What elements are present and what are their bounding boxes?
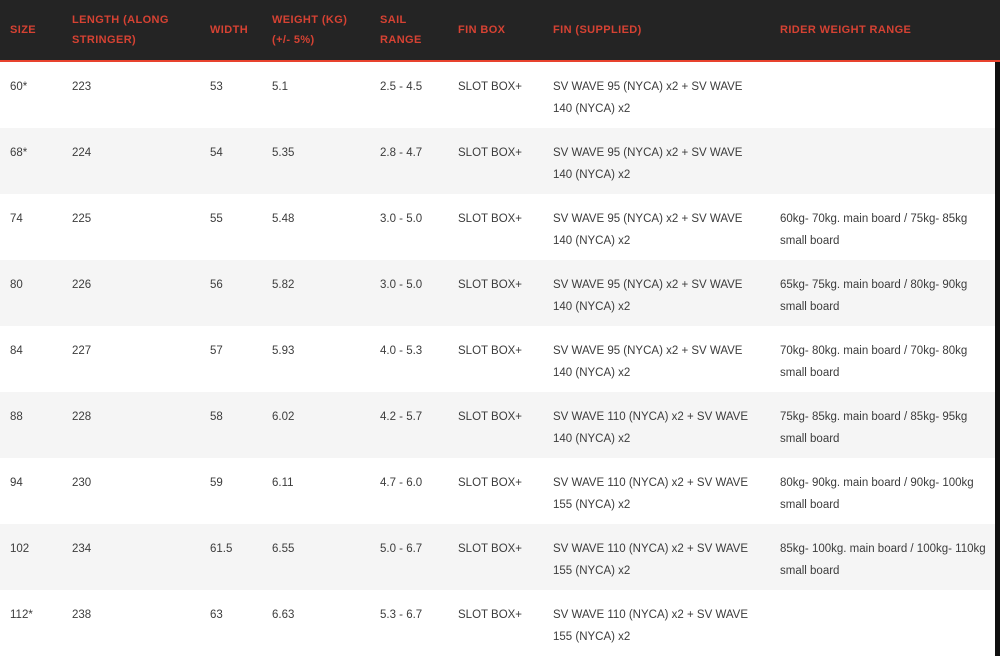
cell-fin_supplied: SV WAVE 110 (NYCA) x2 + SV WAVE 155 (NYC… xyxy=(543,590,770,656)
cell-fin_box: SLOT BOX+ xyxy=(448,260,543,326)
cell-rider_weight_range: 80kg- 90kg. main board / 90kg- 100kg sma… xyxy=(770,458,995,524)
cell-width: 63 xyxy=(200,590,262,656)
cell-fin_supplied: SV WAVE 110 (NYCA) x2 + SV WAVE 155 (NYC… xyxy=(543,458,770,524)
cell-size: 68* xyxy=(0,128,62,194)
cell-fin_supplied: SV WAVE 110 (NYCA) x2 + SV WAVE 140 (NYC… xyxy=(543,392,770,458)
cell-width: 56 xyxy=(200,260,262,326)
column-header-weight: WEIGHT (KG) (+/- 5%) xyxy=(262,10,370,50)
cell-weight: 5.35 xyxy=(262,128,370,194)
cell-length: 230 xyxy=(62,458,200,524)
cell-sail_range: 3.0 - 5.0 xyxy=(370,260,448,326)
cell-size: 88 xyxy=(0,392,62,458)
cell-weight: 5.48 xyxy=(262,194,370,260)
board-spec-page: SIZELENGTH (ALONG STRINGER)WIDTHWEIGHT (… xyxy=(0,0,1000,656)
table-row: 112*238636.635.3 - 6.7SLOT BOX+SV WAVE 1… xyxy=(0,590,995,656)
table-row: 84227575.934.0 - 5.3SLOT BOX+SV WAVE 95 … xyxy=(0,326,995,392)
cell-sail_range: 2.8 - 4.7 xyxy=(370,128,448,194)
cell-sail_range: 4.2 - 5.7 xyxy=(370,392,448,458)
cell-width: 61.5 xyxy=(200,524,262,590)
cell-length: 224 xyxy=(62,128,200,194)
cell-weight: 6.11 xyxy=(262,458,370,524)
cell-fin_supplied: SV WAVE 95 (NYCA) x2 + SV WAVE 140 (NYCA… xyxy=(543,326,770,392)
cell-length: 225 xyxy=(62,194,200,260)
cell-rider_weight_range xyxy=(770,62,995,128)
cell-fin_box: SLOT BOX+ xyxy=(448,524,543,590)
cell-weight: 5.82 xyxy=(262,260,370,326)
cell-fin_supplied: SV WAVE 110 (NYCA) x2 + SV WAVE 155 (NYC… xyxy=(543,524,770,590)
cell-rider_weight_range: 70kg- 80kg. main board / 70kg- 80kg smal… xyxy=(770,326,995,392)
table-row: 80226565.823.0 - 5.0SLOT BOX+SV WAVE 95 … xyxy=(0,260,995,326)
column-header-length: LENGTH (ALONG STRINGER) xyxy=(62,10,200,50)
cell-fin_supplied: SV WAVE 95 (NYCA) x2 + SV WAVE 140 (NYCA… xyxy=(543,128,770,194)
cell-fin_supplied: SV WAVE 95 (NYCA) x2 + SV WAVE 140 (NYCA… xyxy=(543,62,770,128)
cell-length: 238 xyxy=(62,590,200,656)
cell-width: 54 xyxy=(200,128,262,194)
column-header-width: WIDTH xyxy=(200,20,262,40)
cell-rider_weight_range: 75kg- 85kg. main board / 85kg- 95kg smal… xyxy=(770,392,995,458)
cell-width: 59 xyxy=(200,458,262,524)
cell-width: 57 xyxy=(200,326,262,392)
table-row: 68*224545.352.8 - 4.7SLOT BOX+SV WAVE 95… xyxy=(0,128,995,194)
cell-fin_supplied: SV WAVE 95 (NYCA) x2 + SV WAVE 140 (NYCA… xyxy=(543,260,770,326)
cell-fin_box: SLOT BOX+ xyxy=(448,194,543,260)
cell-width: 55 xyxy=(200,194,262,260)
cell-size: 112* xyxy=(0,590,62,656)
cell-size: 74 xyxy=(0,194,62,260)
cell-sail_range: 5.0 - 6.7 xyxy=(370,524,448,590)
cell-length: 226 xyxy=(62,260,200,326)
cell-size: 84 xyxy=(0,326,62,392)
cell-size: 80 xyxy=(0,260,62,326)
cell-sail_range: 4.0 - 5.3 xyxy=(370,326,448,392)
cell-fin_box: SLOT BOX+ xyxy=(448,326,543,392)
cell-size: 60* xyxy=(0,62,62,128)
cell-rider_weight_range xyxy=(770,128,995,194)
column-header-sail_range: SAIL RANGE xyxy=(370,10,448,50)
cell-width: 58 xyxy=(200,392,262,458)
table-row: 60*223535.12.5 - 4.5SLOT BOX+SV WAVE 95 … xyxy=(0,62,995,128)
cell-fin_box: SLOT BOX+ xyxy=(448,392,543,458)
cell-rider_weight_range: 65kg- 75kg. main board / 80kg- 90kg smal… xyxy=(770,260,995,326)
cell-weight: 6.63 xyxy=(262,590,370,656)
column-header-size: SIZE xyxy=(0,20,62,40)
cell-weight: 5.1 xyxy=(262,62,370,128)
cell-length: 227 xyxy=(62,326,200,392)
table-row: 74225555.483.0 - 5.0SLOT BOX+SV WAVE 95 … xyxy=(0,194,995,260)
column-header-rider_weight_range: RIDER WEIGHT RANGE xyxy=(770,20,995,40)
cell-sail_range: 5.3 - 6.7 xyxy=(370,590,448,656)
cell-width: 53 xyxy=(200,62,262,128)
table-row: 94230596.114.7 - 6.0SLOT BOX+SV WAVE 110… xyxy=(0,458,995,524)
cell-sail_range: 3.0 - 5.0 xyxy=(370,194,448,260)
cell-length: 234 xyxy=(62,524,200,590)
table-row: 88228586.024.2 - 5.7SLOT BOX+SV WAVE 110… xyxy=(0,392,995,458)
cell-fin_box: SLOT BOX+ xyxy=(448,590,543,656)
cell-rider_weight_range: 85kg- 100kg. main board / 100kg- 110kg s… xyxy=(770,524,995,590)
cell-size: 102 xyxy=(0,524,62,590)
cell-fin_box: SLOT BOX+ xyxy=(448,458,543,524)
cell-weight: 6.02 xyxy=(262,392,370,458)
cell-fin_supplied: SV WAVE 95 (NYCA) x2 + SV WAVE 140 (NYCA… xyxy=(543,194,770,260)
cell-rider_weight_range xyxy=(770,590,995,656)
column-header-fin_box: FIN BOX xyxy=(448,20,543,40)
cell-sail_range: 2.5 - 4.5 xyxy=(370,62,448,128)
cell-length: 223 xyxy=(62,62,200,128)
cell-sail_range: 4.7 - 6.0 xyxy=(370,458,448,524)
spec-table-header-row: SIZELENGTH (ALONG STRINGER)WIDTHWEIGHT (… xyxy=(0,0,1000,62)
cell-fin_box: SLOT BOX+ xyxy=(448,128,543,194)
cell-weight: 5.93 xyxy=(262,326,370,392)
table-row: 10223461.56.555.0 - 6.7SLOT BOX+SV WAVE … xyxy=(0,524,995,590)
cell-size: 94 xyxy=(0,458,62,524)
spec-table-body: 60*223535.12.5 - 4.5SLOT BOX+SV WAVE 95 … xyxy=(0,62,995,656)
column-header-fin_supplied: FIN (SUPPLIED) xyxy=(543,20,770,40)
cell-rider_weight_range: 60kg- 70kg. main board / 75kg- 85kg smal… xyxy=(770,194,995,260)
cell-weight: 6.55 xyxy=(262,524,370,590)
cell-length: 228 xyxy=(62,392,200,458)
cell-fin_box: SLOT BOX+ xyxy=(448,62,543,128)
